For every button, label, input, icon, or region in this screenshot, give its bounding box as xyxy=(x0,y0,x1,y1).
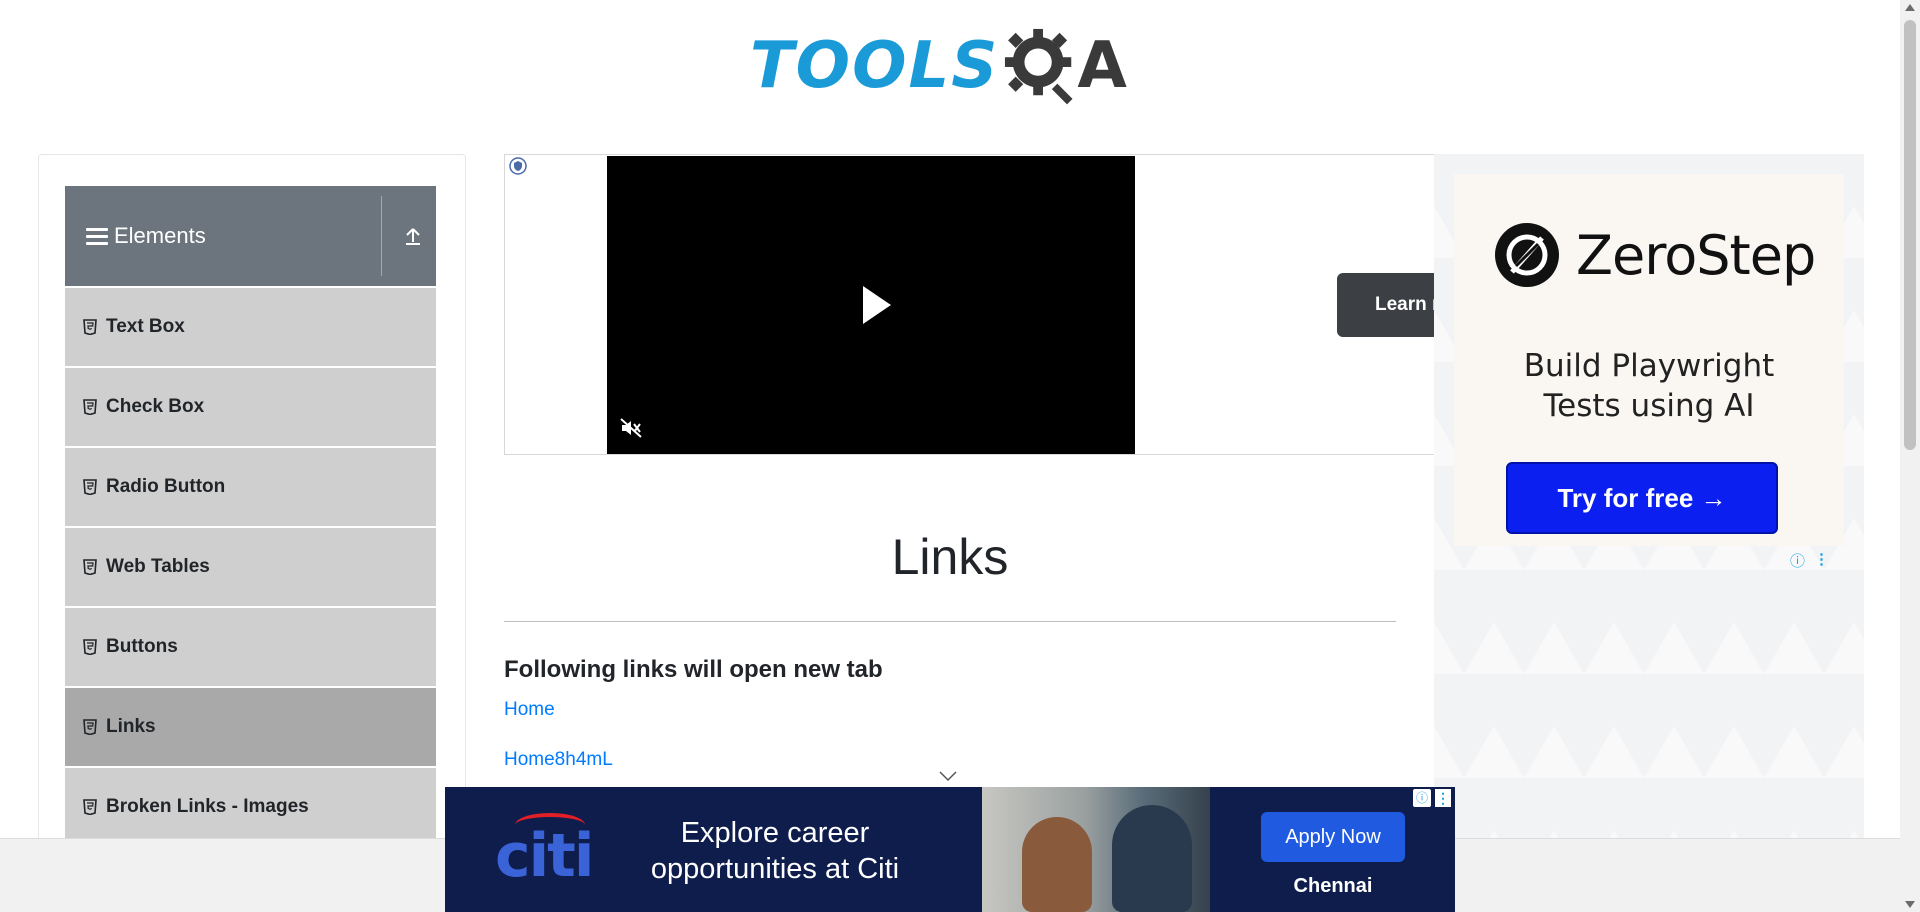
page-scrollbar[interactable] xyxy=(1900,0,1920,912)
toolsqa-logo[interactable]: TOOLS A xyxy=(750,18,1127,113)
person-image xyxy=(1022,817,1092,912)
headline-line-2: opportunities at Citi xyxy=(650,853,900,885)
group-title: Elements xyxy=(114,223,206,248)
sidebar-item-label: Links xyxy=(106,716,156,737)
elements-group-header[interactable]: Elements xyxy=(65,186,436,286)
sidebar-item-buttons[interactable]: Buttons xyxy=(65,608,436,686)
ad-info-icon[interactable]: ⓘ xyxy=(1790,550,1805,571)
page-title: Links xyxy=(891,529,1009,585)
html5-icon xyxy=(83,399,97,415)
logo-suffix: A xyxy=(1077,28,1127,103)
html5-icon xyxy=(83,799,97,815)
sidebar-item-broken-links-images[interactable]: Broken Links - Images xyxy=(65,768,436,846)
html5-icon xyxy=(83,319,97,335)
ad-tagline: Build Playwright Tests using AI xyxy=(1454,346,1844,426)
ad-info-icon[interactable]: ⓘ xyxy=(1413,789,1431,807)
try-for-free-button[interactable]: Try for free → xyxy=(1506,462,1778,534)
sidebar-item-text-box[interactable]: Text Box xyxy=(65,288,436,366)
dynamic-home-link[interactable]: Home8h4mL xyxy=(504,749,613,771)
home-link[interactable]: Home xyxy=(504,699,555,721)
gear-magnifier-icon xyxy=(1005,28,1073,104)
shield-icon[interactable] xyxy=(509,157,527,175)
elements-menu: Text Box Check Box Radio Button Web Tabl… xyxy=(65,288,436,848)
sidebar-item-label: Broken Links - Images xyxy=(106,796,309,817)
video-ad: Learn m xyxy=(504,154,1436,455)
sidebar-item-label: Radio Button xyxy=(106,476,226,497)
hamburger-icon xyxy=(86,227,108,245)
banner-photo xyxy=(982,787,1210,912)
ad-options-icon[interactable]: ⋮ xyxy=(1435,789,1451,807)
html5-icon xyxy=(83,559,97,575)
play-icon[interactable] xyxy=(863,286,891,324)
sidebar-item-check-box[interactable]: Check Box xyxy=(65,368,436,446)
title-divider xyxy=(504,621,1396,622)
banner-headline: Explore career opportunities at Citi xyxy=(635,815,915,887)
page: TOOLS A Elements Text Box Check Box Radi… xyxy=(0,0,1920,912)
chevron-down-icon[interactable] xyxy=(938,770,958,782)
citi-banner-ad[interactable]: citi Explore career opportunities at Cit… xyxy=(445,787,1455,912)
html5-icon xyxy=(83,719,97,735)
html5-icon xyxy=(83,639,97,655)
scroll-up-icon[interactable] xyxy=(1905,4,1915,11)
sidebar-item-radio-button[interactable]: Radio Button xyxy=(65,448,436,526)
zerostep-logo: ZeroStep xyxy=(1494,222,1816,288)
section-heading: Following links will open new tab xyxy=(504,656,883,683)
collapse-up-icon[interactable] xyxy=(401,224,425,248)
tagline-line-1: Build Playwright xyxy=(1523,348,1775,384)
ad-card: ZeroStep Build Playwright Tests using AI… xyxy=(1454,174,1844,546)
sidebar-item-label: Check Box xyxy=(106,396,205,417)
apply-now-button[interactable]: Apply Now xyxy=(1261,812,1405,862)
scrollbar-thumb[interactable] xyxy=(1904,20,1916,450)
muted-speaker-icon[interactable] xyxy=(619,416,643,440)
ad-options-icon[interactable]: ⋮ xyxy=(1814,550,1829,568)
header-divider xyxy=(381,196,382,276)
sidebar-item-web-tables[interactable]: Web Tables xyxy=(65,528,436,606)
brand-name: ZeroStep xyxy=(1576,223,1816,287)
person-image xyxy=(1112,805,1192,912)
learn-more-button[interactable]: Learn m xyxy=(1337,273,1435,337)
html5-icon xyxy=(83,479,97,495)
tagline-line-2: Tests using AI xyxy=(1543,388,1755,424)
headline-line-1: Explore career xyxy=(680,817,870,849)
sidebar-item-label: Text Box xyxy=(106,316,185,337)
scroll-down-icon[interactable] xyxy=(1905,901,1915,908)
sidebar-item-links[interactable]: Links xyxy=(65,688,436,766)
zerostep-ad[interactable]: ZeroStep Build Playwright Tests using AI… xyxy=(1434,154,1864,854)
logo-text: TOOLS xyxy=(750,28,1000,103)
zerostep-logo-icon xyxy=(1495,223,1559,287)
video-player[interactable] xyxy=(607,156,1135,454)
sidebar-item-label: Buttons xyxy=(106,636,178,657)
citi-logo: citi xyxy=(495,821,594,891)
location-label: Chennai xyxy=(1293,875,1373,897)
sidebar-item-label: Web Tables xyxy=(106,556,210,577)
